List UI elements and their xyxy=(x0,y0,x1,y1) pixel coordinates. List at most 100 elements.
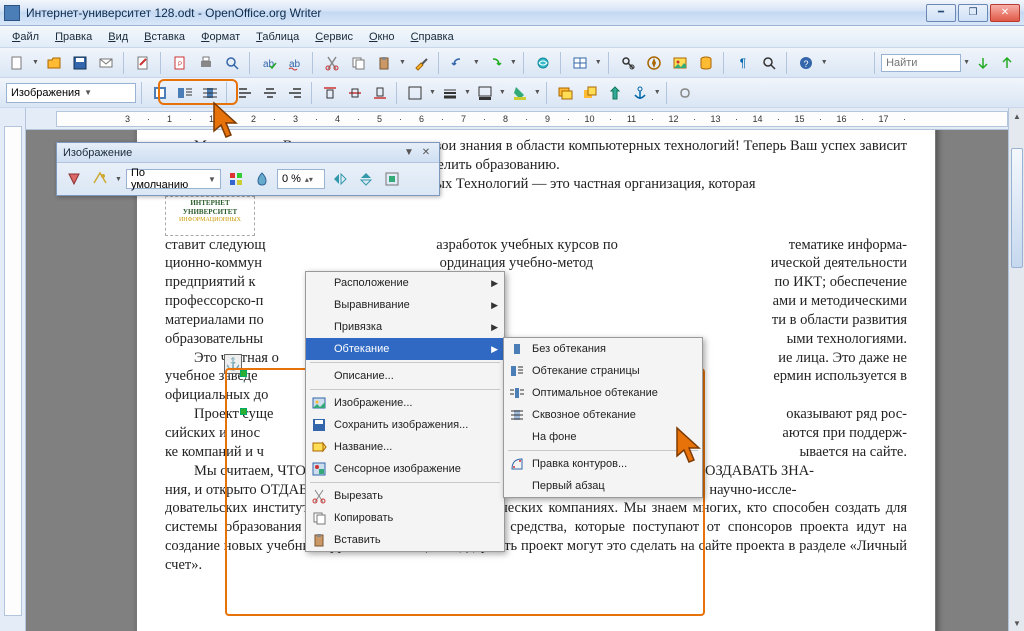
find-button[interactable] xyxy=(617,52,639,74)
print-button[interactable] xyxy=(195,52,217,74)
menu-вид[interactable]: Вид xyxy=(102,29,134,45)
table-button[interactable] xyxy=(569,52,591,74)
borders-button[interactable] xyxy=(404,82,426,104)
menu-item-вырезать[interactable]: Вырезать xyxy=(306,485,504,507)
scroll-down-icon[interactable]: ▼ xyxy=(1009,615,1024,631)
resize-handle[interactable] xyxy=(240,408,247,415)
wrap-through-button[interactable] xyxy=(199,82,221,104)
menu-item-название-[interactable]: Название... xyxy=(306,436,504,458)
menu-item-сохранить-изображения-[interactable]: Сохранить изображения... xyxy=(306,414,504,436)
autospell-button[interactable]: ab xyxy=(284,52,306,74)
menu-item-привязка[interactable]: Привязка▶ xyxy=(306,316,504,338)
menu-вставка[interactable]: Вставка xyxy=(138,29,191,45)
toolbar-close-icon[interactable]: ✕ xyxy=(419,146,433,160)
menu-item-сенсорное-изображение[interactable]: Сенсорное изображение xyxy=(306,458,504,480)
menu-item-на-фоне[interactable]: На фоне xyxy=(504,426,702,448)
image-toolbar[interactable]: Изображение ▼ ✕ ▼ По умолчанию ▼ 0 %▴▾ xyxy=(56,142,440,196)
filter-button[interactable] xyxy=(63,168,85,190)
menu-item-обтекание[interactable]: Обтекание▶ xyxy=(306,338,504,360)
menu-item-вставить[interactable]: Вставить xyxy=(306,529,504,551)
align-left-button[interactable] xyxy=(234,82,256,104)
menu-формат[interactable]: Формат xyxy=(195,29,246,45)
menu-таблица[interactable]: Таблица xyxy=(250,29,305,45)
spell-button[interactable]: ab xyxy=(258,52,280,74)
wrap-page-button[interactable] xyxy=(174,82,196,104)
align-top-button[interactable] xyxy=(319,82,341,104)
color-button[interactable] xyxy=(225,168,247,190)
menu-item-описание-[interactable]: Описание... xyxy=(306,365,504,387)
nonprint-button[interactable]: ¶ xyxy=(732,52,754,74)
find-next-button[interactable] xyxy=(972,52,994,74)
menu-справка[interactable]: Справка xyxy=(405,29,460,45)
paste-button[interactable] xyxy=(373,52,395,74)
graphics-mode-button[interactable] xyxy=(89,168,111,190)
graphics-mode-combo[interactable]: По умолчанию ▼ xyxy=(126,169,221,189)
open-button[interactable] xyxy=(43,52,65,74)
gallery-button[interactable] xyxy=(669,52,691,74)
transparency-spin[interactable]: 0 %▴▾ xyxy=(277,169,325,189)
copy-button[interactable] xyxy=(347,52,369,74)
undo-button[interactable] xyxy=(447,52,469,74)
menu-item-выравнивание[interactable]: Выравнивание▶ xyxy=(306,294,504,316)
flip-h-button[interactable] xyxy=(329,168,351,190)
resize-handle[interactable] xyxy=(240,370,247,377)
anchor-button[interactable] xyxy=(629,82,651,104)
bring-front-button[interactable] xyxy=(579,82,601,104)
minimize-button[interactable]: ━ xyxy=(926,4,956,22)
embedded-logo[interactable]: ИНТЕРНЕТ УНИВЕРСИТЕТ ИНФОРМАЦИОННЫХ xyxy=(165,196,255,236)
find-input[interactable] xyxy=(881,54,961,72)
align-center-button[interactable] xyxy=(259,82,281,104)
menu-правка[interactable]: Правка xyxy=(49,29,98,45)
menu-item-сквозное-обтекание[interactable]: Сквозное обтекание xyxy=(504,404,702,426)
link-button[interactable] xyxy=(532,52,554,74)
menu-сервис[interactable]: Сервис xyxy=(309,29,359,45)
flip-v-button[interactable] xyxy=(355,168,377,190)
menu-item-изображение-[interactable]: Изображение... xyxy=(306,392,504,414)
context-menu[interactable]: Расположение▶Выравнивание▶Привязка▶Обтек… xyxy=(305,271,505,552)
menu-item-расположение[interactable]: Расположение▶ xyxy=(306,272,504,294)
preview-button[interactable] xyxy=(221,52,243,74)
send-back-button[interactable] xyxy=(604,82,626,104)
style-combo[interactable]: Изображения ▼ xyxy=(6,83,136,103)
close-button[interactable]: ✕ xyxy=(990,4,1020,22)
zoom-button[interactable] xyxy=(758,52,780,74)
help-button[interactable]: ? xyxy=(795,52,817,74)
context-submenu-wrap[interactable]: Без обтеканияОбтекание страницыОптимальн… xyxy=(503,337,703,498)
menu-item-первый-абзац[interactable]: Первый абзац xyxy=(504,475,702,497)
new-button[interactable] xyxy=(6,52,28,74)
nav-button[interactable] xyxy=(643,52,665,74)
find-prev-button[interactable] xyxy=(996,52,1018,74)
frame-properties-button[interactable] xyxy=(381,168,403,190)
cut-button[interactable] xyxy=(321,52,343,74)
align-right-button[interactable] xyxy=(284,82,306,104)
edit-button[interactable] xyxy=(132,52,154,74)
link-button[interactable] xyxy=(674,82,696,104)
menu-окно[interactable]: Окно xyxy=(363,29,401,45)
vertical-scrollbar[interactable]: ▲ ▼ xyxy=(1008,108,1024,631)
redo-button[interactable] xyxy=(484,52,506,74)
scroll-thumb[interactable] xyxy=(1011,148,1023,268)
frame-props-button[interactable] xyxy=(554,82,576,104)
image-toolbar-title[interactable]: Изображение ▼ ✕ xyxy=(57,143,439,163)
bg-color-button[interactable] xyxy=(509,82,531,104)
line-color-button[interactable] xyxy=(474,82,496,104)
menu-item-оптимальное-обтекание[interactable]: Оптимальное обтекание xyxy=(504,382,702,404)
maximize-button[interactable]: ❐ xyxy=(958,4,988,22)
wrap-none-button[interactable] xyxy=(149,82,171,104)
pdf-button[interactable]: P xyxy=(169,52,191,74)
datasrc-button[interactable] xyxy=(695,52,717,74)
menu-файл[interactable]: Файл xyxy=(6,29,45,45)
menu-item-правка-контуров-[interactable]: Правка контуров... xyxy=(504,453,702,475)
line-style-button[interactable] xyxy=(439,82,461,104)
save-button[interactable] xyxy=(69,52,91,74)
align-middle-button[interactable] xyxy=(344,82,366,104)
scroll-up-icon[interactable]: ▲ xyxy=(1009,108,1024,124)
menu-item-копировать[interactable]: Копировать xyxy=(306,507,504,529)
toolbar-options-icon[interactable]: ▼ xyxy=(402,146,416,160)
menu-item-без-обтекания[interactable]: Без обтекания xyxy=(504,338,702,360)
brush-button[interactable] xyxy=(410,52,432,74)
menu-item-обтекание-страницы[interactable]: Обтекание страницы xyxy=(504,360,702,382)
transparency-button[interactable] xyxy=(251,168,273,190)
align-bottom-button[interactable] xyxy=(369,82,391,104)
mail-button[interactable] xyxy=(95,52,117,74)
